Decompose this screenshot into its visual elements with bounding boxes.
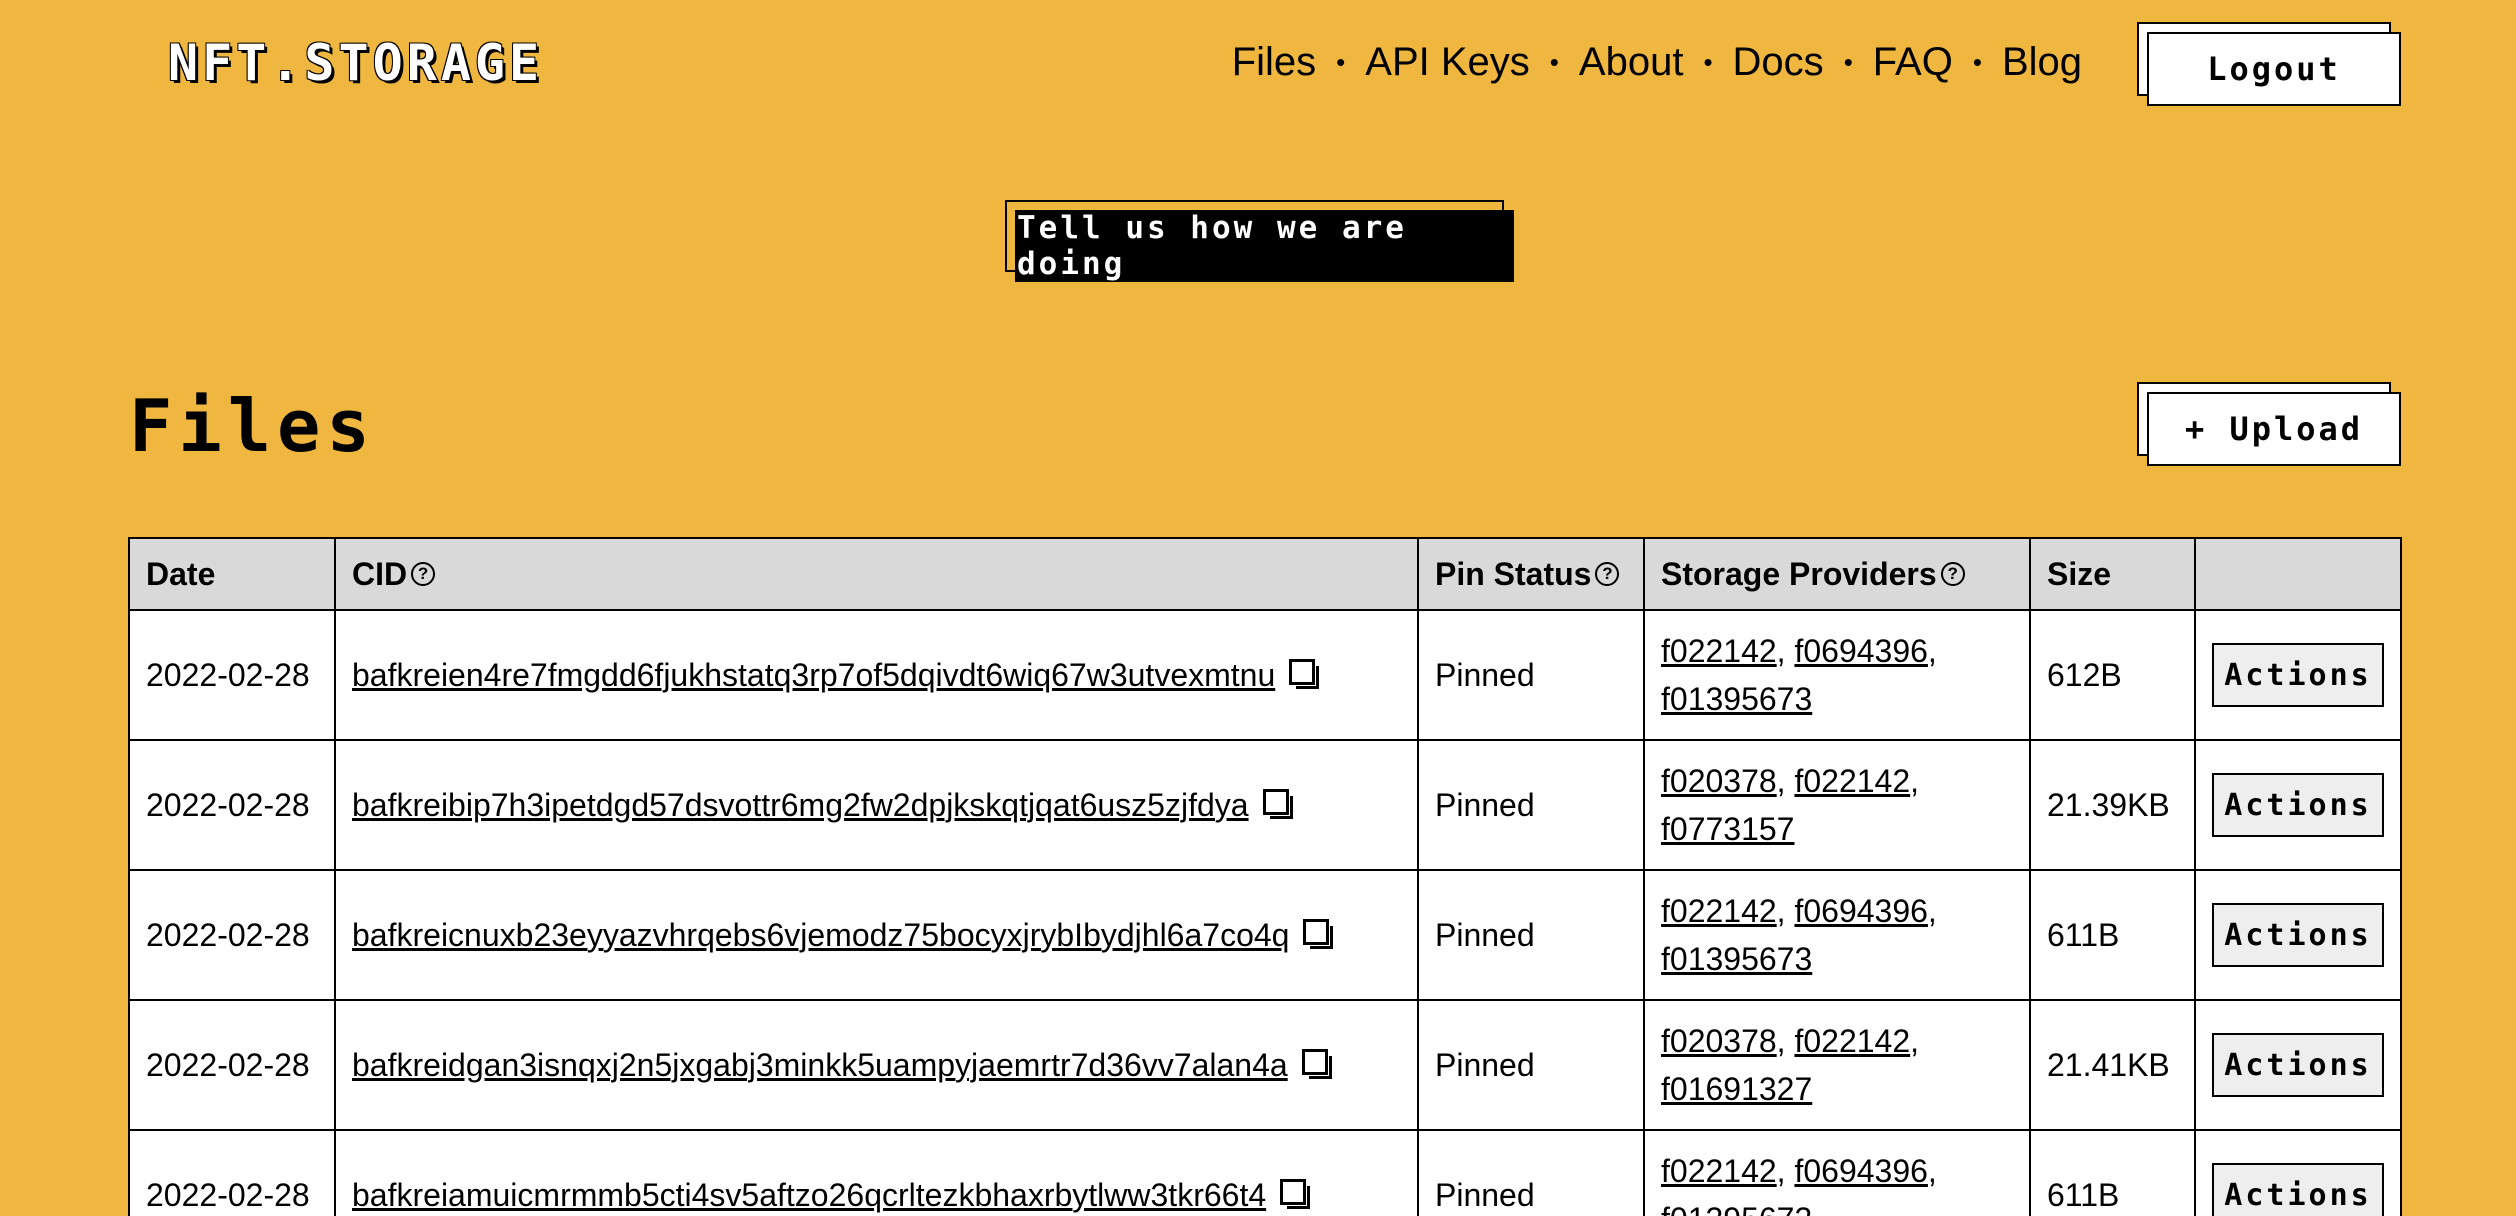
pin-status-cell: Pinned (1417, 739, 1645, 871)
help-icon[interactable]: ? (1940, 562, 1965, 587)
copy-icon[interactable] (1289, 659, 1320, 690)
date-cell: 2022-02-28 (128, 869, 336, 1001)
actions-button[interactable]: Actions (2212, 903, 2384, 967)
provider-link[interactable]: f022142 (1661, 893, 1777, 929)
nav-blog[interactable]: Blog (2002, 40, 2082, 85)
provider-link[interactable]: f022142 (1794, 763, 1910, 799)
pin-status-cell: Pinned (1417, 609, 1645, 741)
cid-link[interactable]: bafkreicnuxb23eyyazvhrqebs6vjemodz75bocy… (352, 917, 1289, 953)
size-cell: 611B (2029, 1129, 2196, 1216)
help-icon[interactable]: ? (411, 562, 436, 587)
nav-separator: • (1549, 47, 1559, 77)
cid-link[interactable]: bafkreiamuicmrmmb5cti4sv5aftzo26qcrltezk… (352, 1177, 1266, 1213)
nav-api-keys[interactable]: API Keys (1365, 40, 1530, 85)
column-size-label: Size (2047, 555, 2112, 592)
column-actions (2194, 537, 2402, 611)
date-cell: 2022-02-28 (128, 609, 336, 741)
column-date: Date (128, 537, 336, 611)
pin-status-cell: Pinned (1417, 999, 1645, 1131)
table-row: 2022-02-28 bafkreiamuicmrmmb5cti4sv5aftz… (128, 1129, 2402, 1216)
size-cell: 611B (2029, 869, 2196, 1001)
date-cell: 2022-02-28 (128, 999, 336, 1131)
page-title: Files (129, 384, 376, 468)
nav-separator: • (1843, 47, 1853, 77)
cid-cell: bafkreien4re7fmgdd6fjukhstatq3rp7of5dqiv… (334, 609, 1419, 741)
provider-link[interactable]: f01691327 (1661, 1071, 1812, 1107)
nav-faq[interactable]: FAQ (1873, 40, 1953, 85)
nav-separator: • (1336, 47, 1346, 77)
size-cell: 21.39KB (2029, 739, 2196, 871)
provider-link[interactable]: f01395673 (1661, 941, 1812, 977)
cid-cell: bafkreibip7h3ipetdgd57dsvottr6mg2fw2dpjk… (334, 739, 1419, 871)
size-cell: 21.41KB (2029, 999, 2196, 1131)
provider-link[interactable]: f0694396 (1794, 1153, 1927, 1189)
nft-storage-logo[interactable]: NFT.STORAGE (168, 34, 543, 92)
actions-cell: Actions (2194, 739, 2402, 871)
cid-cell: bafkreiamuicmrmmb5cti4sv5aftzo26qcrltezk… (334, 1129, 1419, 1216)
date-cell: 2022-02-28 (128, 739, 336, 871)
pin-status-cell: Pinned (1417, 1129, 1645, 1216)
cid-link[interactable]: bafkreidgan3isnqxj2n5jxgabj3minkk5uampyj… (352, 1047, 1288, 1083)
column-size: Size (2029, 537, 2196, 611)
copy-icon[interactable] (1280, 1179, 1311, 1210)
provider-link[interactable]: f022142 (1661, 1153, 1777, 1189)
actions-button[interactable]: Actions (2212, 1033, 2384, 1097)
nav-about[interactable]: About (1579, 40, 1684, 85)
provider-link[interactable]: f0694396 (1794, 893, 1927, 929)
copy-icon[interactable] (1303, 919, 1334, 950)
cid-cell: bafkreidgan3isnqxj2n5jxgabj3minkk5uampyj… (334, 999, 1419, 1131)
table-row: 2022-02-28 bafkreien4re7fmgdd6fjukhstatq… (128, 609, 2402, 741)
column-pin-status-label: Pin Status (1435, 555, 1592, 592)
provider-link[interactable]: f0694396 (1794, 633, 1927, 669)
providers-cell: f022142, f0694396,f01395673 (1643, 609, 2031, 741)
provider-link[interactable]: f020378 (1661, 763, 1777, 799)
copy-icon[interactable] (1301, 1049, 1332, 1080)
column-pin-status: Pin Status? (1417, 537, 1645, 611)
providers-cell: f022142, f0694396,f01395673 (1643, 1129, 2031, 1216)
column-storage-providers-label: Storage Providers (1661, 555, 1937, 592)
provider-link[interactable]: f022142 (1661, 633, 1777, 669)
table-header-row: Date CID? Pin Status? Storage Providers?… (128, 537, 2402, 611)
provider-link[interactable]: f01395673 (1661, 681, 1812, 717)
cid-link[interactable]: bafkreibip7h3ipetdgd57dsvottr6mg2fw2dpjk… (352, 787, 1249, 823)
column-storage-providers: Storage Providers? (1643, 537, 2031, 611)
provider-link[interactable]: f022142 (1794, 1023, 1910, 1059)
actions-button[interactable]: Actions (2212, 643, 2384, 707)
actions-cell: Actions (2194, 869, 2402, 1001)
cid-cell: bafkreicnuxb23eyyazvhrqebs6vjemodz75bocy… (334, 869, 1419, 1001)
cid-link[interactable]: bafkreien4re7fmgdd6fjukhstatq3rp7of5dqiv… (352, 657, 1275, 693)
providers-cell: f020378, f022142, f01691327 (1643, 999, 2031, 1131)
upload-button[interactable]: + Upload (2147, 392, 2401, 466)
actions-button[interactable]: Actions (2212, 773, 2384, 837)
logout-button[interactable]: Logout (2147, 32, 2401, 106)
nav-files[interactable]: Files (1232, 40, 1316, 85)
column-cid-label: CID (352, 555, 408, 592)
files-table: Date CID? Pin Status? Storage Providers?… (128, 537, 2402, 1216)
table-row: 2022-02-28 bafkreibip7h3ipetdgd57dsvottr… (128, 739, 2402, 871)
column-date-label: Date (146, 555, 216, 592)
table-row: 2022-02-28 bafkreidgan3isnqxj2n5jxgabj3m… (128, 999, 2402, 1131)
provider-link[interactable]: f0773157 (1661, 811, 1794, 847)
nav-separator: • (1972, 47, 1982, 77)
pin-status-cell: Pinned (1417, 869, 1645, 1001)
provider-link[interactable]: f020378 (1661, 1023, 1777, 1059)
actions-cell: Actions (2194, 1129, 2402, 1216)
nav-docs[interactable]: Docs (1733, 40, 1824, 85)
nav-separator: • (1703, 47, 1713, 77)
provider-link[interactable]: f01395673 (1661, 1201, 1812, 1216)
date-cell: 2022-02-28 (128, 1129, 336, 1216)
actions-cell: Actions (2194, 999, 2402, 1131)
providers-cell: f020378, f022142, f0773157 (1643, 739, 2031, 871)
actions-cell: Actions (2194, 609, 2402, 741)
table-row: 2022-02-28 bafkreicnuxb23eyyazvhrqebs6vj… (128, 869, 2402, 1001)
copy-icon[interactable] (1262, 789, 1293, 820)
actions-button[interactable]: Actions (2212, 1163, 2384, 1216)
providers-cell: f022142, f0694396,f01395673 (1643, 869, 2031, 1001)
size-cell: 612B (2029, 609, 2196, 741)
main-nav: Files • API Keys • About • Docs • FAQ • … (1232, 40, 2082, 85)
column-cid: CID? (334, 537, 1419, 611)
feedback-button[interactable]: Tell us how we are doing (1015, 210, 1514, 282)
help-icon[interactable]: ? (1595, 562, 1620, 587)
